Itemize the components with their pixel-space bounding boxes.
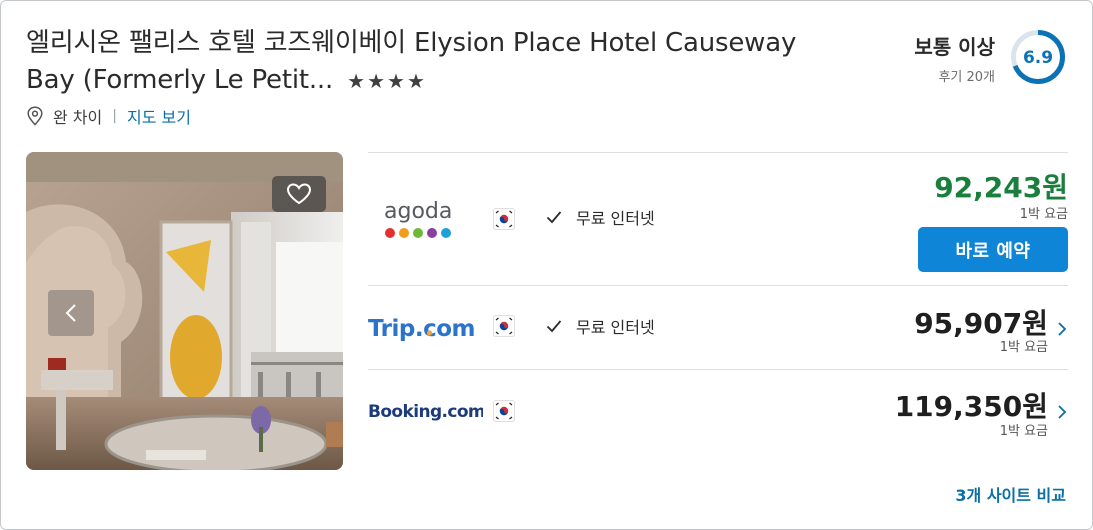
rating-label: 보통 이상 bbox=[914, 35, 995, 59]
star-rating: ★★★★ bbox=[347, 69, 427, 93]
check-icon bbox=[546, 211, 562, 224]
chevron-left-icon bbox=[65, 304, 76, 322]
price-note: 1박 요금 bbox=[1019, 207, 1068, 222]
booking-com-logo[interactable]: Booking.com bbox=[368, 396, 486, 426]
deal-price[interactable]: 119,350원 bbox=[895, 385, 1048, 425]
review-count[interactable]: 후기 20개 bbox=[914, 66, 995, 85]
favorite-button[interactable] bbox=[272, 176, 326, 212]
trip-com-logo[interactable]: Trip.com bbox=[368, 310, 483, 344]
hotel-title[interactable]: 엘리시온 팰리스 호텔 코즈웨이베이 Elysion Place Hotel C… bbox=[26, 25, 846, 100]
trip-com-logo-mark: Trip.com bbox=[368, 316, 476, 342]
previous-photo-button[interactable] bbox=[48, 290, 94, 336]
amenity-free-internet: 무료 인터넷 bbox=[546, 314, 655, 338]
book-now-button[interactable]: 바로 예약 bbox=[918, 227, 1068, 272]
score-badge[interactable]: 6.9 bbox=[1010, 29, 1066, 85]
amenity-label: 무료 인터넷 bbox=[576, 318, 655, 337]
location-pin-icon bbox=[27, 106, 43, 126]
view-map-link[interactable]: 지도 보기 bbox=[127, 104, 191, 128]
amenity-free-internet: 무료 인터넷 bbox=[546, 205, 655, 229]
kr-flag-icon bbox=[493, 315, 515, 337]
location-area: 완 차이 bbox=[53, 108, 103, 127]
agoda-logo[interactable]: agoda bbox=[383, 198, 463, 244]
kr-flag-icon bbox=[493, 208, 515, 230]
location-row: 완 차이 | 지도 보기 bbox=[26, 104, 191, 128]
booking-com-logo-mark: Booking.com bbox=[368, 402, 486, 422]
trip-com-wordmark: Trip.com bbox=[368, 316, 475, 342]
compare-sites-link[interactable]: 3개 사이트 비교 bbox=[955, 482, 1066, 506]
chevron-right-icon[interactable] bbox=[1056, 404, 1068, 420]
location-separator: | bbox=[112, 108, 117, 124]
rating-block[interactable]: 보통 이상 후기 20개 bbox=[914, 31, 995, 85]
agoda-logo-mark: agoda bbox=[384, 199, 452, 238]
hotel-card: 엘리시온 팰리스 호텔 코즈웨이베이 Elysion Place Hotel C… bbox=[0, 0, 1093, 530]
price-note: 1박 요금 bbox=[999, 340, 1048, 355]
price-note: 1박 요금 bbox=[999, 424, 1048, 439]
check-icon bbox=[546, 320, 562, 333]
agoda-wordmark: agoda bbox=[384, 199, 452, 224]
chevron-right-icon[interactable] bbox=[1056, 321, 1068, 337]
kr-flag-icon bbox=[493, 400, 515, 422]
heart-icon bbox=[286, 183, 312, 205]
deal-row-agoda[interactable]: agoda 무료 인터넷 92,243원 1박 요금 바로 예약 bbox=[368, 152, 1068, 285]
hotel-photo[interactable] bbox=[26, 152, 343, 470]
deal-row-trip[interactable]: Trip.com 무료 인터넷 95,907원 1박 요금 bbox=[368, 286, 1068, 369]
score-value: 6.9 bbox=[1023, 48, 1053, 68]
amenity-label: 무료 인터넷 bbox=[576, 209, 655, 228]
deal-price[interactable]: 92,243원 bbox=[934, 166, 1068, 206]
deal-row-booking[interactable]: Booking.com 119,350원 1박 요금 bbox=[368, 370, 1068, 453]
booking-com-wordmark: Booking.com bbox=[368, 402, 483, 422]
